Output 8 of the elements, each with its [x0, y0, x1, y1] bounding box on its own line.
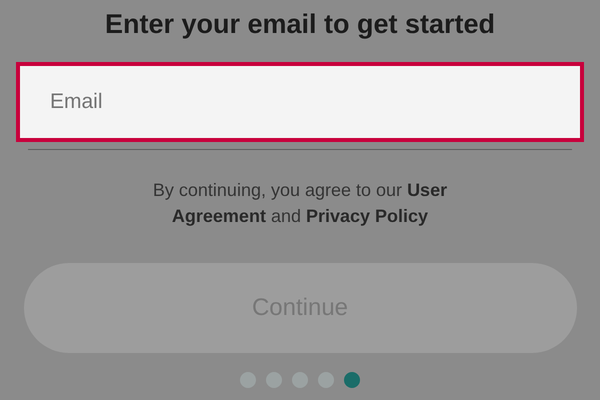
page-dot[interactable]: [344, 372, 360, 388]
page-title: Enter your email to get started: [104, 8, 496, 41]
page-dot[interactable]: [292, 372, 308, 388]
page-dot[interactable]: [318, 372, 334, 388]
page-dot[interactable]: [240, 372, 256, 388]
email-field[interactable]: Email: [16, 62, 584, 142]
terms-text: By continuing, you agree to our User Agreement and Privacy Policy: [152, 179, 448, 228]
page-dot[interactable]: [266, 372, 282, 388]
